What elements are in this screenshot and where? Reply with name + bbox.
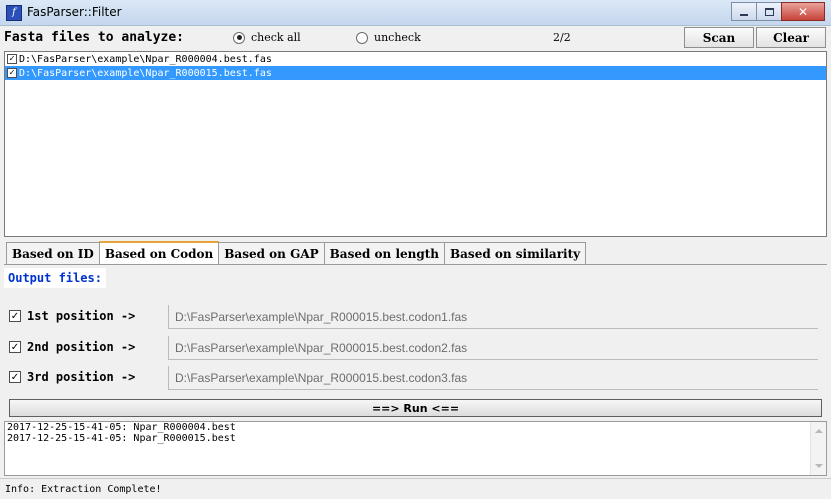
position-3-checkbox[interactable]: ✓ (9, 371, 21, 383)
tab-bar: Based on ID Based on Codon Based on GAP … (6, 241, 587, 264)
status-bar: Info: Extraction Complete! (0, 478, 831, 499)
minimize-button[interactable] (731, 2, 757, 21)
maximize-icon (764, 7, 774, 16)
radio-selected-icon (233, 31, 245, 44)
scan-button[interactable]: Scan (684, 27, 754, 48)
file-list-item[interactable]: ✓ D:\FasParser\example\Npar_R000004.best… (5, 52, 826, 66)
file-list-item-selected[interactable]: ✓ D:\FasParser\example\Npar_R000015.best… (5, 66, 826, 80)
tab-based-on-similarity[interactable]: Based on similarity (444, 242, 587, 264)
window-title: FasParser::Filter (27, 5, 122, 19)
window-controls: ✕ (731, 2, 825, 21)
clear-button[interactable]: Clear (756, 27, 826, 48)
tab-based-on-length[interactable]: Based on length (323, 242, 446, 264)
position-3-label: 3rd position -> (27, 370, 136, 384)
position-3-output-field[interactable]: D:\FasParser\example\Npar_R000015.best.c… (168, 366, 818, 390)
file-path: D:\FasParser\example\Npar_R000004.best.f… (19, 53, 272, 65)
log-scrollbar[interactable] (810, 422, 826, 475)
tab-based-on-gap[interactable]: Based on GAP (218, 242, 325, 264)
position-row-1: ✓ 1st position -> (9, 309, 135, 323)
position-row-2: ✓ 2nd position -> (9, 340, 135, 354)
uncheck-label: uncheck (374, 31, 421, 44)
position-row-3: ✓ 3rd position -> (9, 370, 135, 384)
position-2-label: 2nd position -> (27, 340, 136, 354)
log-line: 2017-12-25-15-41-05: Npar_R000015.best (7, 433, 236, 444)
file-count: 2/2 (553, 31, 571, 44)
position-1-label: 1st position -> (27, 309, 136, 323)
uncheck-radio[interactable]: uncheck (356, 31, 421, 44)
log-line: 2017-12-25-15-41-05: Npar_R000004.best (7, 422, 236, 433)
scroll-down-icon[interactable] (815, 464, 823, 468)
scroll-up-icon[interactable] (815, 429, 823, 433)
close-button[interactable]: ✕ (781, 2, 825, 21)
position-1-output-field[interactable]: D:\FasParser\example\Npar_R000015.best.c… (168, 305, 818, 329)
title-bar: f FasParser::Filter ✕ (0, 0, 831, 26)
position-2-checkbox[interactable]: ✓ (9, 341, 21, 353)
run-button[interactable]: ==> Run <== (9, 399, 822, 417)
file-checkbox[interactable]: ✓ (7, 68, 17, 78)
minimize-icon (740, 13, 748, 16)
tab-based-on-id[interactable]: Based on ID (6, 242, 100, 264)
output-files-label: Output files: (4, 268, 106, 288)
position-2-output-field[interactable]: D:\FasParser\example\Npar_R000015.best.c… (168, 336, 818, 360)
close-icon: ✕ (797, 4, 809, 19)
fasparser-logo-icon: f (6, 5, 22, 21)
radio-unselected-icon (356, 31, 368, 44)
file-path: D:\FasParser\example\Npar_R000015.best.f… (19, 67, 272, 79)
file-list[interactable]: ✓ D:\FasParser\example\Npar_R000004.best… (4, 51, 827, 237)
position-1-checkbox[interactable]: ✓ (9, 310, 21, 322)
maximize-button[interactable] (756, 2, 782, 21)
file-checkbox[interactable]: ✓ (7, 54, 17, 64)
check-all-radio[interactable]: check all (233, 31, 301, 44)
check-all-label: check all (251, 31, 301, 44)
tab-based-on-codon[interactable]: Based on Codon (98, 241, 220, 264)
log-output[interactable]: 2017-12-25-15-41-05: Npar_R000004.best 2… (4, 421, 827, 476)
files-heading: Fasta files to analyze: (4, 30, 185, 45)
